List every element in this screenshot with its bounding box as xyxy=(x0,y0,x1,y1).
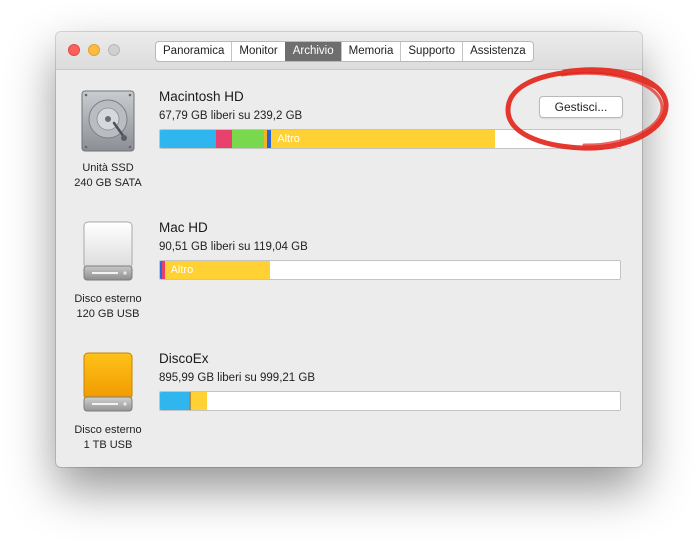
disk-caption: Disco esterno 1 TB USB xyxy=(60,423,156,453)
storage-segment xyxy=(160,130,216,148)
close-window-button[interactable] xyxy=(68,44,80,56)
external-drive-icon xyxy=(83,221,133,281)
storage-segment xyxy=(191,392,208,410)
tab-supporto[interactable]: Supporto xyxy=(400,42,462,61)
disk-type-label: Disco esterno xyxy=(74,424,142,436)
disk-free-space: 895,99 GB liberi su 999,21 GB xyxy=(159,372,315,384)
disk-free-space: 67,79 GB liberi su 239,2 GB xyxy=(159,110,303,122)
storage-segment xyxy=(231,130,264,148)
tab-archivio[interactable]: Archivio xyxy=(284,42,341,61)
disk-size-label: 1 TB USB xyxy=(83,439,133,451)
disk-caption: Unità SSD 240 GB SATA xyxy=(60,161,156,191)
disk-row-mac-hd: Disco esterno 120 GB USB Mac HD 90,51 GB… xyxy=(56,220,642,350)
storage-segment: Altro xyxy=(271,130,495,148)
disk-row-discoex: Disco esterno 1 TB USB DiscoEx 895,99 GB… xyxy=(56,351,642,467)
title-bar: Panoramica Monitor Archivio Memoria Supp… xyxy=(56,32,642,70)
manage-storage-button[interactable]: Gestisci... xyxy=(539,96,623,118)
tab-monitor[interactable]: Monitor xyxy=(231,42,284,61)
storage-usage-bar xyxy=(159,391,621,411)
disk-free-space: 90,51 GB liberi su 119,04 GB xyxy=(159,241,308,253)
storage-usage-bar: Altro xyxy=(159,129,621,149)
minimize-window-button[interactable] xyxy=(88,44,100,56)
tab-panoramica[interactable]: Panoramica xyxy=(156,42,231,61)
orange-external-drive-icon xyxy=(83,352,133,412)
internal-drive-icon xyxy=(81,90,135,152)
disk-caption: Disco esterno 120 GB USB xyxy=(60,292,156,322)
disk-name: Macintosh HD xyxy=(159,89,244,104)
storage-segment-label: Altro xyxy=(277,133,300,145)
tab-memoria[interactable]: Memoria xyxy=(340,42,401,61)
tab-assistenza[interactable]: Assistenza xyxy=(462,42,533,61)
disk-type-label: Disco esterno xyxy=(74,293,142,305)
zoom-window-button[interactable] xyxy=(108,44,120,56)
disk-size-label: 120 GB USB xyxy=(76,308,140,320)
storage-segment: Altro xyxy=(164,261,270,279)
disk-name: Mac HD xyxy=(159,220,208,235)
disk-size-label: 240 GB SATA xyxy=(74,177,142,189)
storage-usage-bar: Altro xyxy=(159,260,621,280)
storage-segment-label: Altro xyxy=(170,264,194,276)
storage-segment xyxy=(215,130,232,148)
about-this-mac-window: Panoramica Monitor Archivio Memoria Supp… xyxy=(56,32,642,467)
tab-bar: Panoramica Monitor Archivio Memoria Supp… xyxy=(155,41,534,62)
disk-name: DiscoEx xyxy=(159,351,209,366)
storage-segment xyxy=(160,392,189,410)
disk-type-label: Unità SSD xyxy=(82,162,134,174)
